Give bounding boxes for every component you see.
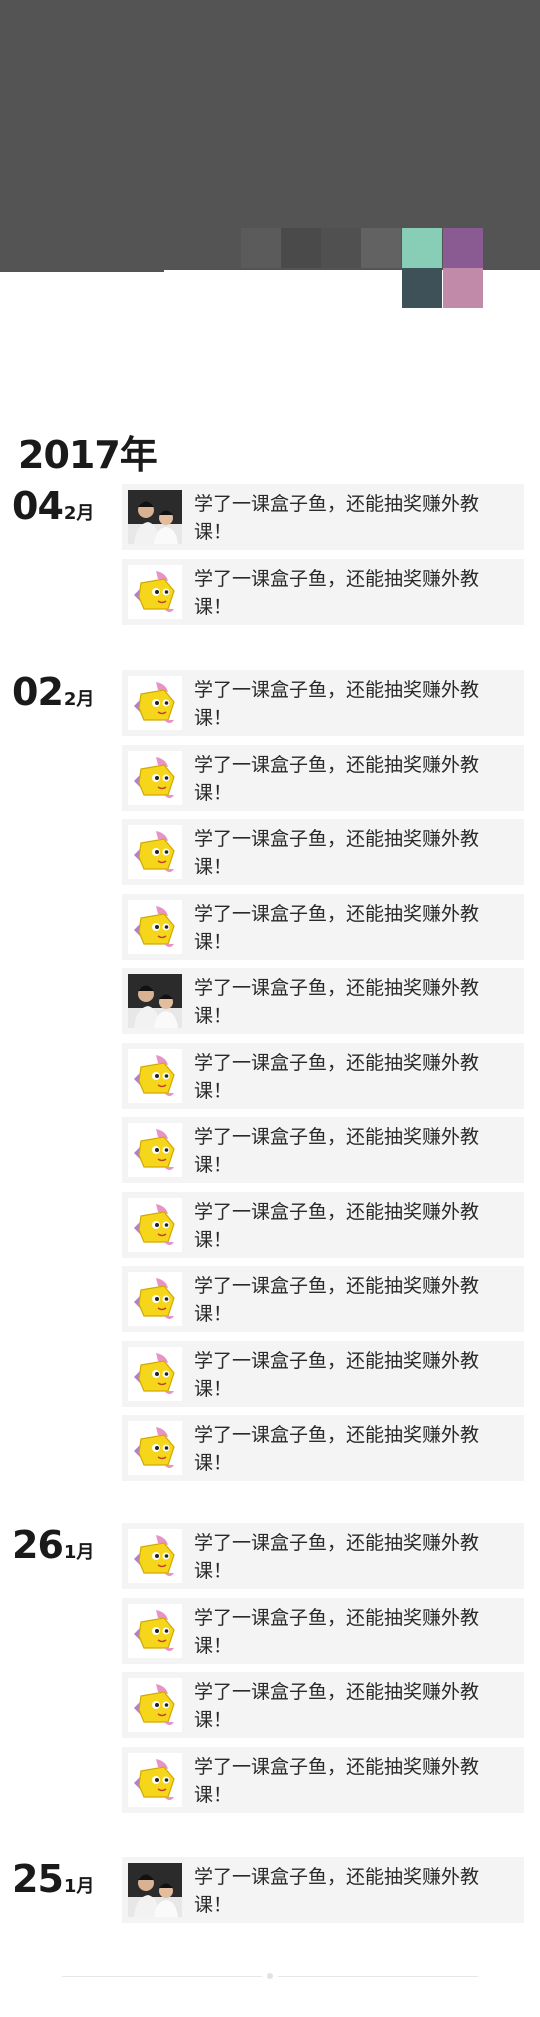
fish-icon	[128, 1272, 182, 1326]
mosaic-tile	[321, 228, 361, 268]
fish-icon	[128, 1529, 182, 1583]
mosaic-tile	[241, 228, 281, 268]
date-month: 1月	[63, 1542, 95, 1563]
mosaic-tile	[402, 268, 442, 308]
entry-text: 学了一课盒子鱼，还能抽奖赚外教课！	[194, 1756, 480, 1806]
year-heading: 2017年	[18, 433, 158, 477]
mosaic-tile	[443, 228, 483, 268]
entry-text: 学了一课盒子鱼，还能抽奖赚外教课！	[194, 977, 480, 1027]
date-day: 02	[12, 670, 64, 714]
timeline-entry[interactable]: 学了一课盒子鱼，还能抽奖赚外教课！	[122, 1598, 524, 1664]
timeline-entry[interactable]: 学了一课盒子鱼，还能抽奖赚外教课！	[122, 1043, 524, 1109]
entry-text: 学了一课盒子鱼，还能抽奖赚外教课！	[194, 1866, 480, 1916]
timeline-entry[interactable]: 学了一课盒子鱼，还能抽奖赚外教课！	[122, 1192, 524, 1258]
footer-dot	[267, 1973, 273, 1979]
entry-text: 学了一课盒子鱼，还能抽奖赚外教课！	[194, 1052, 480, 1102]
fish-icon	[128, 1753, 182, 1807]
fish-icon	[128, 900, 182, 954]
timeline-entry[interactable]: 学了一课盒子鱼，还能抽奖赚外教课！	[122, 1341, 524, 1407]
fish-icon	[128, 825, 182, 879]
fish-icon	[128, 1198, 182, 1252]
mosaic-tile	[281, 228, 321, 268]
timeline-entry[interactable]: 学了一课盒子鱼，还能抽奖赚外教课！	[122, 819, 524, 885]
date-label: 042月	[12, 484, 94, 528]
photo-avatar	[128, 974, 182, 1028]
date-label: 251月	[12, 1857, 94, 1901]
timeline-entry[interactable]: 学了一课盒子鱼，还能抽奖赚外教课！	[122, 1672, 524, 1738]
date-label: 022月	[12, 670, 94, 714]
date-day: 26	[12, 1523, 64, 1567]
timeline-entry[interactable]: 学了一课盒子鱼，还能抽奖赚外教课！	[122, 1747, 524, 1813]
date-day: 25	[12, 1857, 64, 1901]
entry-text: 学了一课盒子鱼，还能抽奖赚外教课！	[194, 1201, 480, 1251]
mosaic-tile	[402, 228, 442, 268]
entry-text: 学了一课盒子鱼，还能抽奖赚外教课！	[194, 1350, 480, 1400]
entry-text: 学了一课盒子鱼，还能抽奖赚外教课！	[194, 1532, 480, 1582]
entry-text: 学了一课盒子鱼，还能抽奖赚外教课！	[194, 568, 480, 618]
entry-text: 学了一课盒子鱼，还能抽奖赚外教课！	[194, 1607, 480, 1657]
mosaic-tile	[443, 268, 483, 308]
date-day: 04	[12, 484, 64, 528]
entry-text: 学了一课盒子鱼，还能抽奖赚外教课！	[194, 1126, 480, 1176]
entry-text: 学了一课盒子鱼，还能抽奖赚外教课！	[194, 903, 480, 953]
footer-divider-left	[62, 1976, 262, 1977]
fish-icon	[128, 1421, 182, 1475]
date-month: 2月	[63, 503, 95, 524]
entry-text: 学了一课盒子鱼，还能抽奖赚外教课！	[194, 1424, 480, 1474]
timeline-entry[interactable]: 学了一课盒子鱼，还能抽奖赚外教课！	[122, 745, 524, 811]
fish-icon	[128, 1347, 182, 1401]
timeline-entry[interactable]: 学了一课盒子鱼，还能抽奖赚外教课！	[122, 670, 524, 736]
date-month: 2月	[63, 689, 95, 710]
entry-text: 学了一课盒子鱼，还能抽奖赚外教课！	[194, 493, 480, 543]
fish-icon	[128, 751, 182, 805]
timeline-entry[interactable]: 学了一课盒子鱼，还能抽奖赚外教课！	[122, 484, 524, 550]
fish-icon	[128, 1123, 182, 1177]
entry-text: 学了一课盒子鱼，还能抽奖赚外教课！	[194, 828, 480, 878]
entry-text: 学了一课盒子鱼，还能抽奖赚外教课！	[194, 1275, 480, 1325]
entry-text: 学了一课盒子鱼，还能抽奖赚外教课！	[194, 679, 480, 729]
timeline-entry[interactable]: 学了一课盒子鱼，还能抽奖赚外教课！	[122, 1415, 524, 1481]
timeline-entry[interactable]: 学了一课盒子鱼，还能抽奖赚外教课！	[122, 1857, 524, 1923]
timeline-entry[interactable]: 学了一课盒子鱼，还能抽奖赚外教课！	[122, 894, 524, 960]
album-mosaic[interactable]	[241, 228, 483, 308]
date-month: 1月	[63, 1876, 95, 1897]
mosaic-tile	[361, 228, 401, 268]
photo-avatar	[128, 1863, 182, 1917]
fish-icon	[128, 1604, 182, 1658]
timeline-entry[interactable]: 学了一课盒子鱼，还能抽奖赚外教课！	[122, 1266, 524, 1332]
entry-text: 学了一课盒子鱼，还能抽奖赚外教课！	[194, 1681, 480, 1731]
fish-icon	[128, 1678, 182, 1732]
fish-icon	[128, 676, 182, 730]
timeline-entry[interactable]: 学了一课盒子鱼，还能抽奖赚外教课！	[122, 1117, 524, 1183]
photo-avatar	[128, 490, 182, 544]
date-label: 261月	[12, 1523, 94, 1567]
entry-text: 学了一课盒子鱼，还能抽奖赚外教课！	[194, 754, 480, 804]
fish-icon	[128, 565, 182, 619]
timeline-entry[interactable]: 学了一课盒子鱼，还能抽奖赚外教课！	[122, 1523, 524, 1589]
footer-divider-right	[278, 1976, 478, 1977]
fish-icon	[128, 1049, 182, 1103]
cover-tab	[0, 270, 164, 272]
timeline-entry[interactable]: 学了一课盒子鱼，还能抽奖赚外教课！	[122, 968, 524, 1034]
timeline-entry[interactable]: 学了一课盒子鱼，还能抽奖赚外教课！	[122, 559, 524, 625]
